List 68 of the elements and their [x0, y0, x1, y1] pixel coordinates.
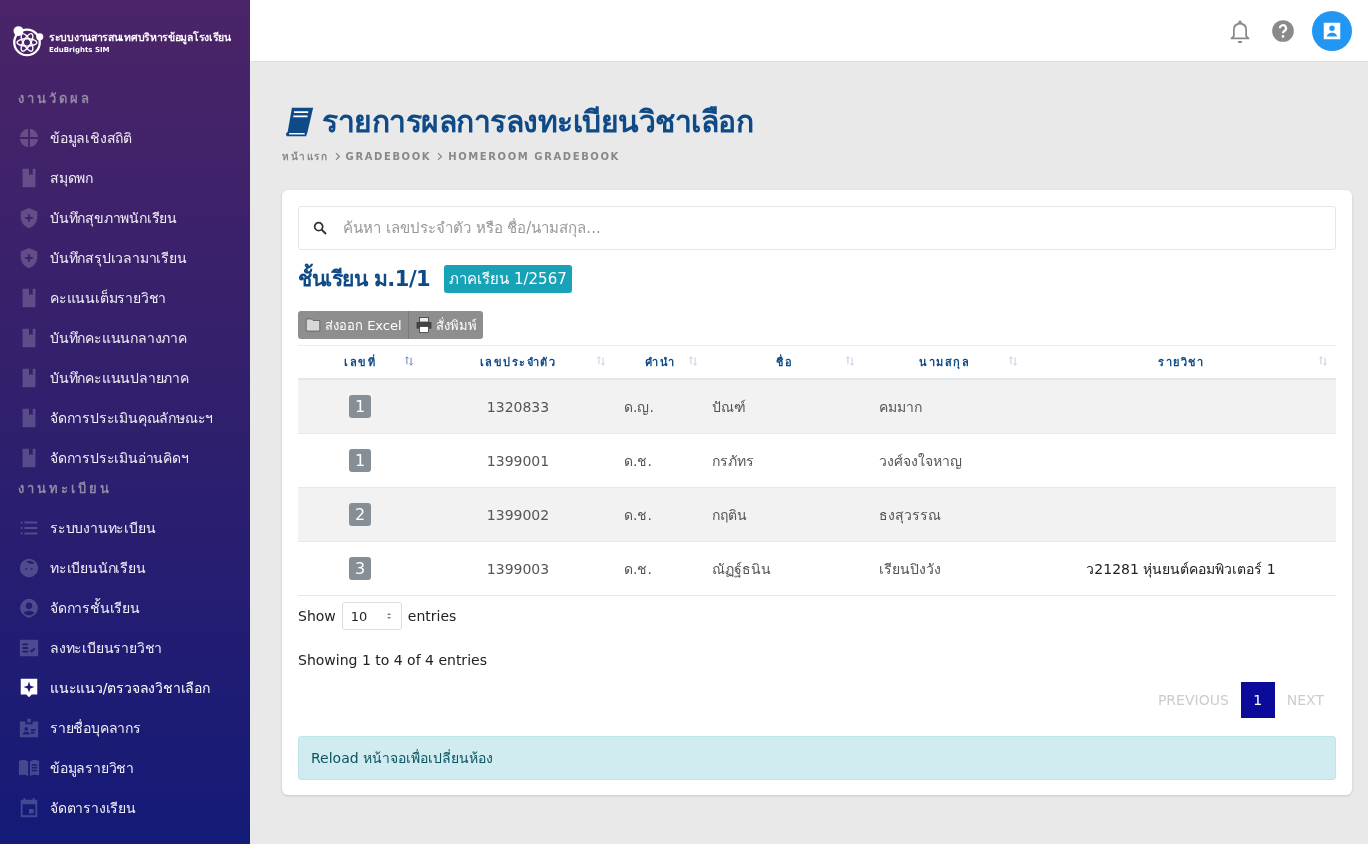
- table-cell: ณัฏฐ์ธนิน: [706, 541, 863, 596]
- table-cell: คมมาก: [863, 379, 1026, 434]
- page-button[interactable]: 1: [1240, 682, 1275, 718]
- sidebar-item[interactable]: ข้อมูลเชิงสถิติ: [18, 118, 250, 158]
- table-cell: ด.ช.: [614, 541, 706, 596]
- number-badge: 1: [348, 449, 372, 472]
- sidebar-item[interactable]: บันทึกคะแนนปลายภาค: [18, 358, 250, 398]
- table-cell: ว21281 หุ่นยนต์คอมพิวเตอร์ 1: [1026, 541, 1336, 596]
- table-cell: ด.ช.: [614, 487, 706, 542]
- table-cell: ด.ญ.: [614, 379, 706, 434]
- class-title: ชั้นเรียน ม.1/1: [298, 262, 431, 295]
- page-size-select[interactable]: 10: [341, 602, 402, 630]
- table-cell: 1399001: [422, 433, 614, 488]
- sidebar-item[interactable]: ระบบงานทะเบียน: [18, 508, 250, 548]
- table-cell: ด.ช.: [614, 433, 706, 488]
- checklist-icon: [18, 637, 40, 659]
- page-title: รายการผลการลงทะเบียนวิชาเลือก: [322, 103, 753, 141]
- sidebar-item[interactable]: บันทึกสรุปเวลามาเรียน: [18, 238, 250, 278]
- table-cell: กฤติน: [706, 487, 863, 542]
- atom-logo-icon: [10, 24, 44, 58]
- table-cell: เรียนปิงวัง: [863, 541, 1026, 596]
- table-cell: 1320833: [422, 379, 614, 434]
- sparkle-icon: [18, 677, 40, 699]
- sidebar-item[interactable]: บันทึกคะแนนกลางภาค: [18, 318, 250, 358]
- table-cell: กรภัทร: [706, 433, 863, 488]
- sidebar-item[interactable]: บันทึกสุขภาพนักเรียน: [18, 198, 250, 238]
- number-badge: 3: [348, 557, 372, 580]
- table-cell: 1399003: [422, 541, 614, 596]
- id-badge-icon: [18, 717, 40, 739]
- table-cell: วงศ์จงใจหาญ: [863, 433, 1026, 488]
- face-icon: [18, 557, 40, 579]
- table-info: Showing 1 to 4 of 4 entries: [298, 652, 488, 668]
- sidebar-item[interactable]: ข้อมูลรายวิชา: [18, 748, 250, 788]
- sidebar-item[interactable]: รายชื่อบุคลากร: [18, 708, 250, 748]
- shield-icon: [18, 207, 40, 229]
- chevron-right-icon: [435, 152, 445, 161]
- sidebar-item[interactable]: จัดตารางเรียน: [18, 788, 250, 828]
- sidebar-item[interactable]: จัดการประเมินคุณลักษณะฯ: [18, 398, 250, 438]
- length-label: Show: [298, 608, 336, 624]
- info-alert: Reload หน้าจอเพื่อเปลี่ยนห้อง: [298, 736, 1336, 780]
- sidebar-item[interactable]: สมุดพก: [18, 158, 250, 198]
- sidebar-item[interactable]: จัดการชั้นเรียน: [18, 588, 250, 628]
- printer-icon: [414, 316, 433, 334]
- folder-icon: [304, 316, 322, 334]
- length-label: entries: [407, 608, 457, 624]
- profile-button[interactable]: [1312, 10, 1352, 51]
- open-book-icon: [18, 757, 40, 779]
- help-icon: [1270, 17, 1296, 44]
- app-title: ระบบงานสารสนเทศบริหารข้อมูลโรงเรียน: [49, 29, 231, 46]
- sidebar-item[interactable]: จัดการประเมินอ่านคิดฯ: [18, 438, 250, 478]
- section-heading: งานทะเบียน: [18, 480, 113, 498]
- section-heading: งานวัดผล: [18, 90, 93, 108]
- sidebar-item[interactable]: แนะแนว/ตรวจลงวิชาเลือก: [18, 668, 250, 708]
- sidebar-item[interactable]: คะแนนเต็มรายวิชา: [18, 278, 250, 318]
- pie-chart-icon: [18, 127, 40, 149]
- table-cell: ปัณฑ์: [706, 379, 863, 434]
- sidebar-item[interactable]: ลงทะเบียนรายวิชา: [18, 628, 250, 668]
- term-badge: ภาคเรียน 1/2567: [444, 264, 572, 293]
- number-badge: 1: [348, 395, 372, 418]
- search-field[interactable]: ค้นหา เลขประจำตัว หรือ ชื่อ/นามสกุล...: [298, 206, 1336, 250]
- sidebar-item[interactable]: ทะเบียนนักเรียน: [18, 548, 250, 588]
- shield-icon: [18, 247, 40, 269]
- table-cell: 1399002: [422, 487, 614, 542]
- calendar-icon: [18, 797, 40, 819]
- table-cell: ธงสุวรรณ: [863, 487, 1026, 542]
- search-icon: [312, 220, 328, 236]
- person-icon: [18, 597, 40, 619]
- number-badge: 2: [348, 503, 372, 526]
